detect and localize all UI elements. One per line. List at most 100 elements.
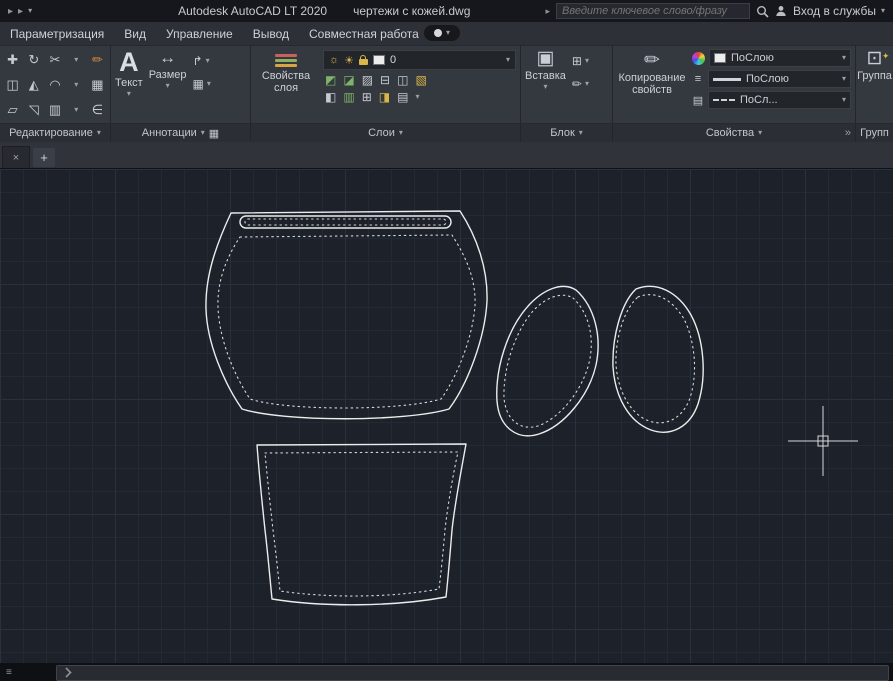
current-layer-name: 0 [390,54,396,66]
layer-tool-icon[interactable]: ◫ [397,73,408,87]
table-icon: ▦ [193,77,204,91]
erase-icon[interactable]: ✏ [92,52,103,68]
move-icon[interactable]: ✚ [7,52,18,68]
table-button[interactable]: ▦ ▾ [193,77,211,91]
panel-label-text: Аннотации [142,127,197,139]
grip-icon[interactable]: ▥ [49,102,61,118]
pattern-piece-gusset-left[interactable] [497,286,598,435]
file-tab-bar: × + [0,142,893,169]
panel-label-properties[interactable]: Свойства ▾ » [613,123,855,142]
panel-label-annotation[interactable]: Аннотации ▾ ▦ [111,123,250,142]
titlebar: ▸ ▸ ▾ Autodesk AutoCAD LT 2020 чертежи с… [0,0,893,22]
ribbon-state-toggle[interactable]: ▾ [424,25,460,41]
fillet-icon[interactable]: ◠ [49,77,60,93]
linetype-dropdown[interactable]: ПоСл... ▾ [708,91,851,109]
panel-label-block[interactable]: Блок ▾ [521,123,612,142]
layer-tool-icon[interactable]: ◧ [325,90,336,104]
layer-properties-button[interactable]: Свойства слоя [255,48,317,121]
signin-button[interactable]: Вход в службы ▾ [793,4,885,18]
panel-label-group[interactable]: Групп [856,123,893,142]
search-collapse-icon[interactable]: ▸ [545,6,550,17]
pattern-piece-body[interactable] [206,211,487,419]
chevron-down-icon: ▾ [881,7,885,15]
file-tab[interactable]: × [2,146,30,168]
layer-dropdown[interactable]: ☼ ☀ 0 ▾ [323,50,516,70]
array-icon[interactable]: ▦ [91,77,103,93]
object-color-dropdown[interactable]: ПоСлою ▾ [709,49,851,67]
text-icon: A [119,49,139,76]
lineweight-dropdown[interactable]: ПоСлою ▾ [708,70,851,88]
tab-output[interactable]: Вывод [253,27,289,41]
offset-icon[interactable]: ∈ [92,102,103,118]
ribbon: ✚ ↻ ✂ ▾ ✏ ◫ ◭ ◠ ▾ ▦ ▱ ◹ ▥ ▾ ∈ [0,46,893,142]
layer-tool-icon[interactable]: ◨ [379,90,390,104]
group-button-label: Группа [857,70,892,82]
ribbon-tab-bar: Параметризация Вид Управление Вывод Совм… [0,22,893,46]
scale-icon[interactable]: ◹ [29,102,39,118]
stretch-icon[interactable]: ▱ [8,102,18,118]
chevron-down-icon: ▾ [842,96,846,104]
linetype-value: ПоСл... [740,94,778,106]
text-button-label: Текст [115,77,143,89]
trim-icon[interactable]: ✂ [50,52,61,68]
qat-arrow-icon[interactable]: ▸ [18,6,23,17]
pattern-piece-bottom-panel[interactable] [257,444,466,605]
chevron-down-icon: ▾ [446,29,450,37]
search-icon[interactable] [756,5,769,18]
mirror-icon[interactable]: ◭ [29,77,39,93]
layer-tool-icon[interactable]: ▤ [397,90,408,104]
chevron-down-icon[interactable]: ▾ [74,105,78,114]
qat-arrow-icon[interactable]: ▸ [8,6,13,17]
dimension-button[interactable]: ↔ Размер ▾ [149,46,187,123]
panel-layers: Свойства слоя ☼ ☀ 0 ▾ ◩ ◪ ▨ [251,46,521,142]
layer-tool-icon[interactable]: ◪ [343,73,354,87]
chevron-down-icon: ▾ [758,129,762,137]
rotate-icon[interactable]: ↻ [28,52,39,68]
ribbon-overflow-icon[interactable]: » [845,127,851,139]
chevron-down-icon: ▾ [506,56,510,64]
layer-tool-icon[interactable]: ▧ [415,73,426,87]
color-value: ПоСлою [731,52,774,64]
leader-button[interactable]: ↱ ▾ [193,54,211,68]
edit-block-button[interactable]: ✏ ▾ [572,77,589,91]
pattern-piece-gusset-right[interactable] [613,286,703,432]
chevron-down-icon: ▾ [127,90,131,98]
drawing-canvas[interactable] [0,169,893,663]
match-properties-icon: ✏ [644,51,660,71]
chevron-down-icon[interactable]: ▾ [74,80,78,89]
tab-collaborate[interactable]: Совместная работа [309,27,419,41]
insert-block-button[interactable]: ▣ Вставка ▾ [525,46,566,123]
tab-parametrization[interactable]: Параметризация [10,27,104,41]
close-icon[interactable]: × [13,152,19,164]
tab-manage[interactable]: Управление [166,27,233,41]
copy-icon[interactable]: ◫ [6,77,18,93]
layer-tool-icon[interactable]: ▨ [362,73,373,87]
command-customize-icon[interactable]: ≡ [4,667,14,678]
chevron-down-icon[interactable]: ▾ [74,55,78,64]
command-input[interactable] [56,665,889,681]
layer-tool-icon[interactable]: ⊞ [362,90,372,104]
chevron-down-icon: ▾ [585,57,589,65]
panel-label-editing[interactable]: Редактирование ▾ [0,123,110,142]
keyword-search-input[interactable] [556,3,750,19]
group-button[interactable]: ⊡✦ Группа [857,46,892,123]
layer-tool-icon[interactable]: ⊟ [380,73,390,87]
tab-view[interactable]: Вид [124,27,146,41]
leader-icon: ↱ [193,54,203,68]
chevron-down-icon[interactable]: ▾ [415,93,419,101]
layer-tool-icon[interactable]: ◩ [325,73,336,87]
new-tab-button[interactable]: + [33,148,55,167]
create-block-button[interactable]: ⊞ ▾ [572,54,589,68]
chevron-down-icon: ▾ [399,129,403,137]
match-properties-button[interactable]: ✏ Копирование свойств [617,48,687,121]
panel-label-text: Слои [368,127,395,139]
layer-tool-icon[interactable]: ▥ [343,90,354,104]
qat-customize-icon[interactable]: ▾ [28,7,32,15]
dimension-button-label: Размер [149,69,187,81]
chevron-down-icon: ▾ [206,57,210,65]
text-button[interactable]: A Текст ▾ [115,46,143,123]
dimension-icon: ↔ [159,49,176,68]
panel-label-layers[interactable]: Слои ▾ [251,123,520,142]
table-icon[interactable]: ▦ [209,127,219,140]
app-title: Autodesk AutoCAD LT 2020 [178,4,327,18]
